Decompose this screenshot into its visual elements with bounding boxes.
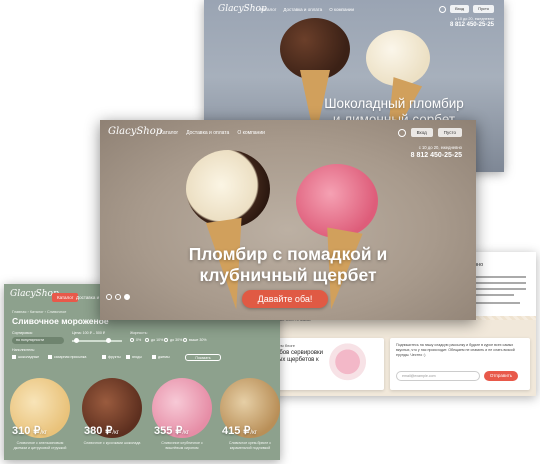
carousel-dot[interactable]: [115, 294, 121, 300]
product-price: 310 ₽/кг: [12, 424, 47, 437]
price-unit: /кг: [112, 430, 119, 436]
filler-checkbox-label: джемы: [158, 355, 170, 359]
catalog-button[interactable]: Каталог: [52, 293, 79, 302]
price-slider-max-handle[interactable]: [106, 338, 111, 343]
price-unit: /кг: [250, 430, 257, 436]
fat-option-label: 0%: [136, 338, 142, 342]
back-nav: Каталог Доставка и оплата О компании: [260, 7, 354, 12]
front-nav-delivery[interactable]: Доставка и оплата: [186, 130, 229, 136]
fillers-label: Наполнитель:: [12, 348, 36, 352]
subscribe-text: Подпишитесь на нашу сладкую рассылку и б…: [396, 343, 515, 357]
front-cart-button[interactable]: Пусто: [437, 128, 462, 137]
fat-option[interactable]: до 10%: [145, 338, 164, 343]
carousel-dot-active[interactable]: [124, 294, 130, 300]
back-nav-about[interactable]: О компании: [329, 7, 354, 12]
sort-label: Сортировка:: [12, 331, 33, 335]
subscribe-button[interactable]: Отправить: [484, 371, 518, 381]
fat-option[interactable]: 0%: [130, 338, 142, 343]
front-phone: 8 812 450-25-25: [410, 152, 462, 159]
price-slider[interactable]: [72, 340, 122, 342]
filler-checkbox-label: фрукты: [108, 355, 121, 359]
text-line: [474, 302, 520, 304]
product-description: Сливочное с апельсиновым джемом и цитрус…: [13, 441, 67, 450]
show-button[interactable]: Показать: [185, 354, 221, 361]
fat-label: Жирность:: [130, 331, 148, 335]
product-card[interactable]: 415 ₽/кг Сливочное крем-брюле с карамель…: [220, 378, 280, 458]
sort-select[interactable]: по популярности: [12, 337, 64, 344]
product-description: Сливочное крем-брюле с карамельной подли…: [228, 441, 272, 450]
front-tools: Вход Пусто: [397, 128, 462, 137]
subscribe-card: Подпишитесь на нашу сладкую рассылку и б…: [390, 338, 530, 390]
back-cart-button[interactable]: Пусто: [473, 5, 494, 13]
vanilla-scoop: [186, 150, 270, 228]
carousel-dot[interactable]: [106, 294, 112, 300]
text-line: [474, 288, 526, 290]
product-card[interactable]: 355 ₽/кг Сливочное клубничное с вишнёвым…: [152, 378, 212, 458]
front-login-button[interactable]: Вход: [410, 128, 433, 137]
fat-option[interactable]: выше 30%: [183, 338, 207, 343]
carousel-dots: [106, 294, 130, 300]
product-price: 380 ₽/кг: [84, 424, 119, 437]
fat-option-label: до 10%: [151, 338, 164, 342]
price-label: Цена: 100 ₽ – 500 ₽: [72, 331, 106, 335]
search-icon[interactable]: [439, 5, 447, 13]
price-unit: /кг: [182, 430, 189, 436]
price-unit: /кг: [40, 430, 47, 436]
catalog-nav[interactable]: Доставка и о: [76, 295, 103, 300]
product-description: Сливочное с кусочками шоколада: [83, 441, 141, 445]
product-price: 415 ₽/кг: [222, 424, 257, 437]
text-line: [474, 294, 514, 296]
price-value: 380 ₽: [84, 425, 113, 437]
back-phone: 8 812 450-25-25: [449, 22, 494, 28]
search-icon[interactable]: [397, 128, 406, 137]
filler-checkbox[interactable]: фрукты: [102, 355, 121, 360]
back-tools: Вход Пусто: [439, 5, 494, 13]
text-line: [474, 282, 526, 284]
fat-option-label: выше 30%: [189, 338, 207, 342]
price-slider-min-handle[interactable]: [74, 338, 79, 343]
back-nav-catalog[interactable]: Каталог: [260, 7, 276, 12]
filler-checkbox-label: ягоды: [132, 355, 142, 359]
back-headline-line1: Шоколадный пломбир: [324, 96, 464, 111]
filler-checkbox-label: шоколадные: [18, 355, 40, 359]
email-field[interactable]: email@example.com: [396, 371, 480, 381]
page-title: Сливочное мороженое: [12, 316, 109, 326]
price-value: 355 ₽: [154, 425, 183, 437]
fat-option[interactable]: до 30%: [164, 338, 183, 343]
mid-info-card: нно: [468, 252, 536, 316]
blog-image: [326, 342, 380, 386]
breadcrumb[interactable]: Главная › Каталог › Сливочное: [12, 310, 66, 314]
filler-checkbox[interactable]: джемы: [152, 355, 170, 360]
front-logo[interactable]: GlacyShop: [108, 126, 162, 137]
product-price: 355 ₽/кг: [154, 424, 189, 437]
product-card[interactable]: 310 ₽/кг Сливочное с апельсиновым джемом…: [10, 378, 70, 458]
fat-option-label: до 30%: [170, 338, 183, 342]
front-nav: Каталог Доставка и оплата О компании: [160, 130, 265, 136]
strawberry-scoop: [296, 164, 378, 238]
front-headline-line2: клубничный щербет: [199, 265, 377, 285]
front-headline: Пломбир с помадкой и клубничный щербет: [100, 244, 476, 286]
front-nav-about[interactable]: О компании: [237, 130, 265, 136]
filler-checkbox-label: сахарная присыпка: [54, 355, 87, 359]
text-line: [474, 276, 526, 278]
price-value: 415 ₽: [222, 425, 251, 437]
cta-button[interactable]: Давайте оба!: [242, 290, 328, 308]
filler-checkbox[interactable]: ягоды: [126, 355, 142, 360]
front-headline-line1: Пломбир с помадкой и: [188, 244, 388, 264]
front-window-screenshot: GlacyShop Каталог Доставка и оплата О ко…: [100, 120, 476, 320]
filler-checkbox[interactable]: шоколадные: [12, 355, 40, 360]
showcase-stage: GlacyShop Каталог Доставка и оплата О ко…: [0, 0, 540, 464]
filler-checkbox[interactable]: сахарная присыпка: [48, 355, 87, 360]
front-nav-catalog[interactable]: Каталог: [160, 130, 178, 136]
back-nav-delivery[interactable]: Доставка и оплата: [283, 7, 322, 12]
front-hours: с 10 до 20, ежедневно: [418, 145, 462, 150]
price-value: 310 ₽: [12, 425, 41, 437]
back-login-button[interactable]: Вход: [450, 5, 470, 13]
back-hours: с 10 до 20, ежедневно: [454, 17, 494, 21]
product-description: Сливочное клубничное с вишнёвым сиропом: [161, 441, 203, 450]
product-card[interactable]: 380 ₽/кг Сливочное с кусочками шоколада: [82, 378, 142, 458]
